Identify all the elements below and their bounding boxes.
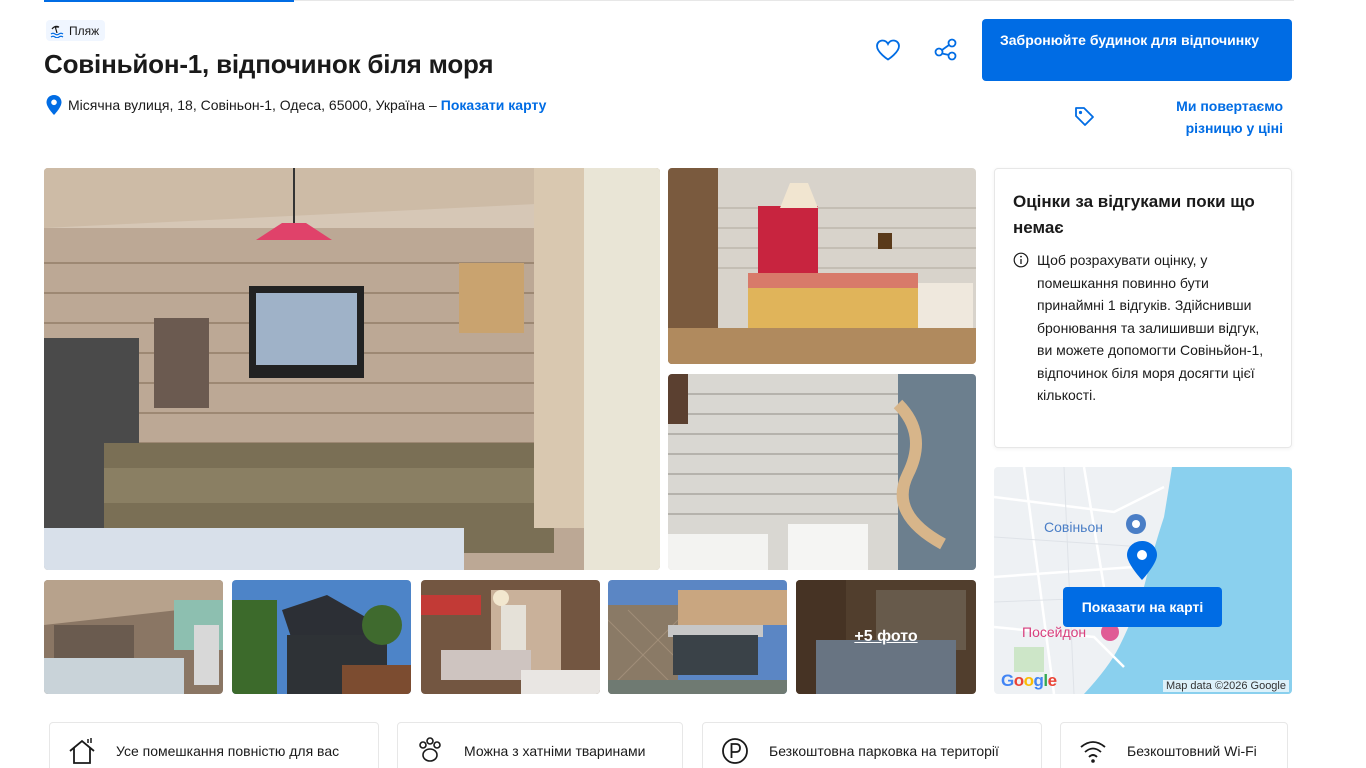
terrace-photo bbox=[44, 580, 223, 694]
address-separator: – bbox=[429, 97, 437, 113]
google-logo: Google bbox=[1001, 671, 1057, 690]
facility-label: Безкоштовна парковка на території bbox=[769, 743, 999, 759]
share-icon bbox=[934, 38, 957, 61]
facility-free-wifi: Безкоштовний Wi-Fi bbox=[1060, 722, 1288, 768]
paw-icon bbox=[419, 737, 441, 762]
location-pin-icon bbox=[46, 95, 62, 115]
house-icon bbox=[69, 738, 95, 764]
facility-label: Можна з хатніми тваринами bbox=[464, 743, 646, 759]
bedroom-photo[interactable] bbox=[668, 168, 976, 364]
book-button[interactable]: Забронюйте будинок для відпочинку bbox=[982, 19, 1292, 81]
address-text: Місячна вулиця, 18, Совіньон-1, Одеса, 6… bbox=[68, 97, 425, 113]
show-map-link[interactable]: Показати карту bbox=[441, 97, 547, 113]
facility-free-parking: Безкоштовна парковка на території bbox=[702, 722, 1042, 768]
review-info: Щоб розрахувати оцінку, у помешкання пов… bbox=[1013, 249, 1273, 407]
tab-divider bbox=[294, 0, 1294, 1]
more-photos-label[interactable]: +5 фото bbox=[796, 580, 976, 694]
beach-icon bbox=[50, 25, 64, 38]
second-bedroom-photo bbox=[421, 580, 600, 694]
yard-swing-photo bbox=[608, 580, 787, 694]
property-title: Совіньйон-1, відпочинок біля моря bbox=[44, 49, 494, 79]
map-background bbox=[994, 467, 1292, 694]
show-on-map-button[interactable]: Показати на карті bbox=[1063, 587, 1222, 627]
map-preview[interactable]: Совіньон Посейдон Показати на карті Goog… bbox=[994, 467, 1292, 694]
active-tab-indicator bbox=[44, 0, 294, 2]
review-info-text: Щоб розрахувати оцінку, у помешкання пов… bbox=[1037, 252, 1264, 403]
facility-entire-place: Усе помешкання повністю для вас bbox=[49, 722, 379, 768]
house-exterior-photo bbox=[232, 580, 411, 694]
review-title: Оцінки за відгуками поки що немає bbox=[1013, 192, 1255, 237]
price-tag-icon bbox=[1075, 107, 1094, 126]
map-label-sovinyon: Совіньон bbox=[1044, 519, 1103, 535]
thumb-photo-more[interactable]: +5 фото bbox=[796, 580, 976, 694]
map-copyright: Map data ©2026 Google bbox=[1162, 680, 1289, 692]
bathroom-photo[interactable] bbox=[668, 374, 976, 570]
main-photo[interactable] bbox=[44, 168, 660, 570]
wifi-icon bbox=[1080, 741, 1106, 763]
thumb-photo-3[interactable] bbox=[421, 580, 600, 694]
save-button[interactable] bbox=[873, 35, 903, 65]
facility-label: Безкоштовний Wi-Fi bbox=[1127, 743, 1257, 759]
thumb-photo-4[interactable] bbox=[608, 580, 787, 694]
thumb-photo-1[interactable] bbox=[44, 580, 223, 694]
info-icon bbox=[1013, 252, 1029, 268]
facility-pets-allowed: Можна з хатніми тваринами bbox=[397, 722, 683, 768]
thumb-photo-2[interactable] bbox=[232, 580, 411, 694]
living-room-photo bbox=[44, 168, 660, 570]
share-button[interactable] bbox=[931, 35, 961, 65]
review-score-card: Оцінки за відгуками поки що немає Щоб ро… bbox=[994, 168, 1292, 448]
bathroom-photo-image bbox=[668, 374, 976, 570]
heart-icon bbox=[876, 39, 900, 61]
bedroom-photo-image bbox=[668, 168, 976, 364]
price-match-link[interactable]: Ми повертаємо різницю у ціні bbox=[1123, 95, 1283, 139]
beach-badge: Пляж bbox=[46, 20, 106, 41]
address-line: Місячна вулиця, 18, Совіньон-1, Одеса, 6… bbox=[46, 95, 546, 115]
badge-label: Пляж bbox=[69, 23, 100, 38]
facility-label: Усе помешкання повністю для вас bbox=[116, 743, 340, 759]
parking-icon bbox=[722, 738, 748, 764]
